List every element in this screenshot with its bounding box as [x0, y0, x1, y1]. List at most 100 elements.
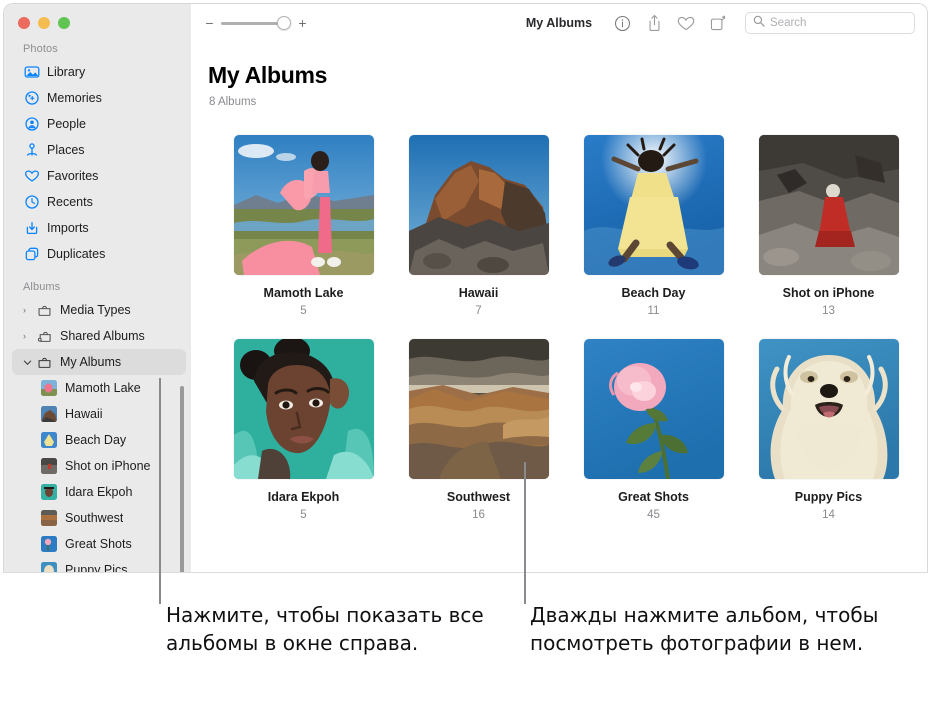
favorite-heart-icon[interactable]: [677, 14, 695, 33]
sidebar-item-label: Favorites: [47, 169, 98, 183]
sidebar-item-library[interactable]: Library: [4, 59, 191, 85]
search-input[interactable]: Search: [745, 12, 915, 34]
clock-icon: [23, 194, 40, 211]
album-photo-count: 14: [741, 509, 916, 521]
sidebar-album-label: Idara Ekpoh: [65, 485, 132, 499]
album-card[interactable]: Beach Day 11: [566, 135, 741, 317]
shared-folder-icon: [36, 328, 53, 345]
minimize-button[interactable]: [38, 17, 50, 29]
sidebar-album-hawaii[interactable]: Hawaii: [4, 401, 191, 427]
sidebar-album-label: Hawaii: [65, 407, 103, 421]
sidebar-item-recents[interactable]: Recents: [4, 189, 191, 215]
sidebar-item-label: Places: [47, 143, 85, 157]
sidebar-section-albums-title: Albums: [4, 267, 191, 297]
sidebar-album-mamoth-lake[interactable]: Mamoth Lake: [4, 375, 191, 401]
close-button[interactable]: [18, 17, 30, 29]
sidebar-item-duplicates[interactable]: Duplicates: [4, 241, 191, 267]
album-title: Great Shots: [566, 490, 741, 504]
folder-icon: [36, 302, 53, 319]
slider-knob[interactable]: [277, 16, 291, 30]
album-title: Idara Ekpoh: [216, 490, 391, 504]
sidebar-item-label: Recents: [47, 195, 93, 209]
folder-icon: [36, 354, 53, 371]
album-title: Mamoth Lake: [216, 286, 391, 300]
album-card[interactable]: Idara Ekpoh 5: [216, 339, 391, 521]
sidebar-item-favorites[interactable]: Favorites: [4, 163, 191, 189]
album-card[interactable]: Puppy Pics 14: [741, 339, 916, 521]
maximize-button[interactable]: [58, 17, 70, 29]
album-count-label: 8 Albums: [191, 89, 927, 108]
album-card[interactable]: Great Shots 45: [566, 339, 741, 521]
sidebar-album-southwest[interactable]: Southwest: [4, 505, 191, 531]
toolbar-actions: Search: [613, 12, 915, 34]
album-thumbnail: [41, 380, 57, 396]
sidebar-album-shot-on-iphone[interactable]: Shot on iPhone: [4, 453, 191, 479]
album-cover-great-shots[interactable]: [584, 339, 724, 479]
album-cover-idara-ekpoh[interactable]: [234, 339, 374, 479]
zoom-out-icon[interactable]: −: [205, 16, 214, 30]
album-thumbnail: [41, 510, 57, 526]
album-thumbnail: [41, 432, 57, 448]
album-title: Southwest: [391, 490, 566, 504]
rotate-icon[interactable]: [709, 14, 727, 33]
sidebar-item-label: Media Types: [60, 303, 131, 317]
sidebar-item-people[interactable]: People: [4, 111, 191, 137]
sidebar-scrollbar[interactable]: [180, 386, 184, 572]
callout-leader-line-left: [159, 378, 161, 604]
album-cover-beach-day[interactable]: [584, 135, 724, 275]
sidebar-item-memories[interactable]: Memories: [4, 85, 191, 111]
sidebar-album-puppy-pics[interactable]: Puppy Pics: [4, 557, 191, 572]
sidebar-item-places[interactable]: Places: [4, 137, 191, 163]
album-cover-hawaii[interactable]: [409, 135, 549, 275]
album-cover-puppy-pics[interactable]: [759, 339, 899, 479]
callout-text-right: Дважды нажмите альбом, чтобы посмотреть …: [530, 601, 925, 657]
album-thumbnail: [41, 406, 57, 422]
sidebar-item-label: Library: [47, 65, 85, 79]
album-thumbnail: [41, 484, 57, 500]
callout-text-left: Нажмите, чтобы показать все альбомы в ок…: [166, 601, 496, 657]
person-circle-icon: [23, 116, 40, 133]
album-cover-southwest[interactable]: [409, 339, 549, 479]
chevron-right-icon[interactable]: ›: [23, 331, 34, 341]
album-photo-count: 16: [391, 509, 566, 521]
heart-icon: [23, 168, 40, 185]
zoom-slider-group[interactable]: − +: [205, 16, 307, 30]
map-pin-icon: [23, 142, 40, 159]
sidebar-album-great-shots[interactable]: Great Shots: [4, 531, 191, 557]
sidebar-item-my-albums[interactable]: My Albums: [12, 349, 186, 375]
search-icon: [753, 14, 765, 32]
album-card[interactable]: Southwest 16: [391, 339, 566, 521]
sidebar-item-media-types[interactable]: › Media Types: [4, 297, 191, 323]
album-photo-count: 5: [216, 509, 391, 521]
info-icon[interactable]: [613, 14, 631, 33]
sidebar-item-shared-albums[interactable]: › Shared Albums: [4, 323, 191, 349]
album-thumbnail: [41, 536, 57, 552]
sidebar-item-label: Shared Albums: [60, 329, 145, 343]
sidebar-album-beach-day[interactable]: Beach Day: [4, 427, 191, 453]
photos-window: Photos Library: [3, 3, 928, 573]
toolbar: − + My Albums: [191, 4, 927, 42]
sidebar-item-label: My Albums: [60, 355, 121, 369]
sidebar-album-label: Mamoth Lake: [65, 381, 141, 395]
albums-grid: Mamoth Lake 5: [191, 108, 927, 521]
zoom-slider[interactable]: [221, 16, 291, 30]
window-traffic-lights: [4, 4, 191, 29]
sidebar-item-imports[interactable]: Imports: [4, 215, 191, 241]
sidebar-item-label: People: [47, 117, 86, 131]
album-photo-count: 5: [216, 305, 391, 317]
memories-play-icon: [23, 90, 40, 107]
album-cover-mamoth-lake[interactable]: [234, 135, 374, 275]
sidebar-album-idara-ekpoh[interactable]: Idara Ekpoh: [4, 479, 191, 505]
album-cover-shot-on-iphone[interactable]: [759, 135, 899, 275]
callout-leader-line-right: [524, 462, 526, 604]
zoom-in-icon[interactable]: +: [298, 16, 307, 30]
chevron-right-icon[interactable]: ›: [23, 305, 34, 315]
album-card[interactable]: Mamoth Lake 5: [216, 135, 391, 317]
album-card[interactable]: Shot on iPhone 13: [741, 135, 916, 317]
chevron-down-icon[interactable]: [23, 358, 34, 367]
sidebar: Photos Library: [4, 4, 191, 572]
album-card[interactable]: Hawaii 7: [391, 135, 566, 317]
search-placeholder: Search: [770, 17, 806, 29]
share-icon[interactable]: [645, 14, 663, 33]
sidebar-item-label: Duplicates: [47, 247, 105, 261]
